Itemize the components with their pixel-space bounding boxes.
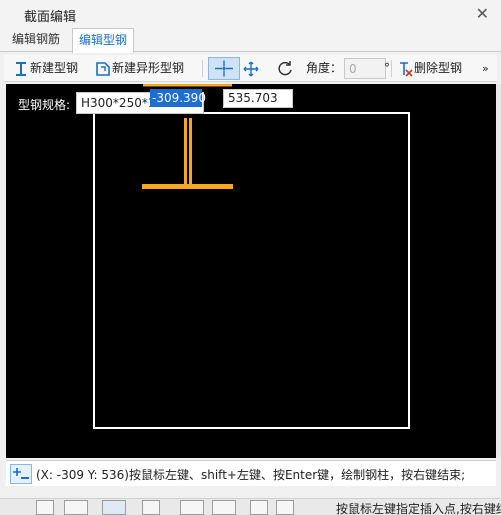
new-steel-button[interactable]: 新建型钢 (12, 58, 78, 79)
canvas-drawing (93, 84, 410, 429)
panel-tool-icon[interactable] (276, 500, 294, 515)
status-text: (X: -309 Y: 536)按鼠标左键、shift+左键、按Enter键，绘… (36, 468, 466, 482)
spec-label: 型钢规格: (18, 98, 71, 112)
coord-y-input[interactable]: 535.703 (223, 89, 293, 108)
window-title: 截面编辑 (24, 10, 77, 25)
delete-steel-button[interactable]: 删除型钢 (396, 58, 462, 79)
new-irregular-steel-button[interactable]: 新建异形型钢 (94, 58, 184, 79)
steel-web-right (189, 118, 192, 186)
move-arrows-icon (242, 60, 260, 78)
steel-web-left (184, 118, 187, 186)
corner-tool-icon[interactable] (36, 500, 54, 515)
move-button[interactable] (242, 58, 260, 79)
rectangle-tool-icon[interactable] (64, 500, 88, 515)
delete-icon (396, 60, 414, 78)
i-beam-icon (12, 60, 30, 78)
cursor-icon (316, 500, 330, 515)
chevron-double-right-icon[interactable]: » (482, 58, 489, 79)
rotate-icon (276, 60, 294, 78)
tab-edit-rebar[interactable]: 编辑钢筋 (6, 28, 66, 52)
irregular-shape-icon (94, 60, 112, 78)
add-point-icon (13, 468, 29, 479)
angle-tool-icon[interactable] (180, 500, 204, 515)
plus-tool-icon[interactable] (212, 500, 236, 515)
status-bar: (X: -309 Y: 536)按鼠标左键、shift+左键、按Enter键，绘… (6, 460, 496, 486)
cube-tool-icon[interactable] (102, 500, 126, 515)
tab-edit-steel[interactable]: 编辑型钢 (72, 28, 135, 53)
close-icon[interactable]: ✕ (476, 4, 489, 23)
tab-strip: 编辑钢筋 编辑型钢 (0, 28, 501, 53)
new-irregular-steel-label: 新建异形型钢 (112, 61, 185, 75)
draw-mode-button[interactable] (10, 464, 32, 484)
title-bar: 截面编辑 ✕ (0, 0, 501, 28)
canvas-side-edge (496, 84, 501, 458)
section-outline (93, 112, 410, 429)
toolbar: 新建型钢 新建异形型钢 角度： ° (4, 55, 497, 82)
crosshair-point-icon (215, 60, 233, 77)
background-toolbar: 按鼠标左键指定插入点,按右键结束 (0, 498, 501, 515)
angle-unit: ° (384, 61, 390, 75)
toolbar-divider (202, 60, 203, 77)
background-hint-text: 按鼠标左键指定插入点,按右键结束 (336, 502, 501, 515)
toolbar-divider (391, 60, 392, 77)
delete-steel-label: 删除型钢 (414, 61, 463, 75)
drawing-canvas[interactable]: 型钢规格: H300*250*1 -309.390 535.703 (6, 84, 496, 458)
steel-bottom-flange (142, 184, 233, 189)
cross-tool-icon[interactable] (142, 500, 160, 515)
rotate-button[interactable] (276, 58, 294, 79)
new-steel-label: 新建型钢 (30, 61, 79, 75)
angle-input[interactable] (344, 58, 386, 79)
angle-label: 角度： (306, 61, 343, 75)
snap-point-button[interactable] (208, 57, 240, 80)
copy-tool-icon[interactable] (250, 500, 268, 515)
coord-x-input[interactable]: -309.390 (150, 89, 206, 107)
section-editor-window: { "window": { "title": "截面编辑", "close_ic… (0, 0, 501, 515)
